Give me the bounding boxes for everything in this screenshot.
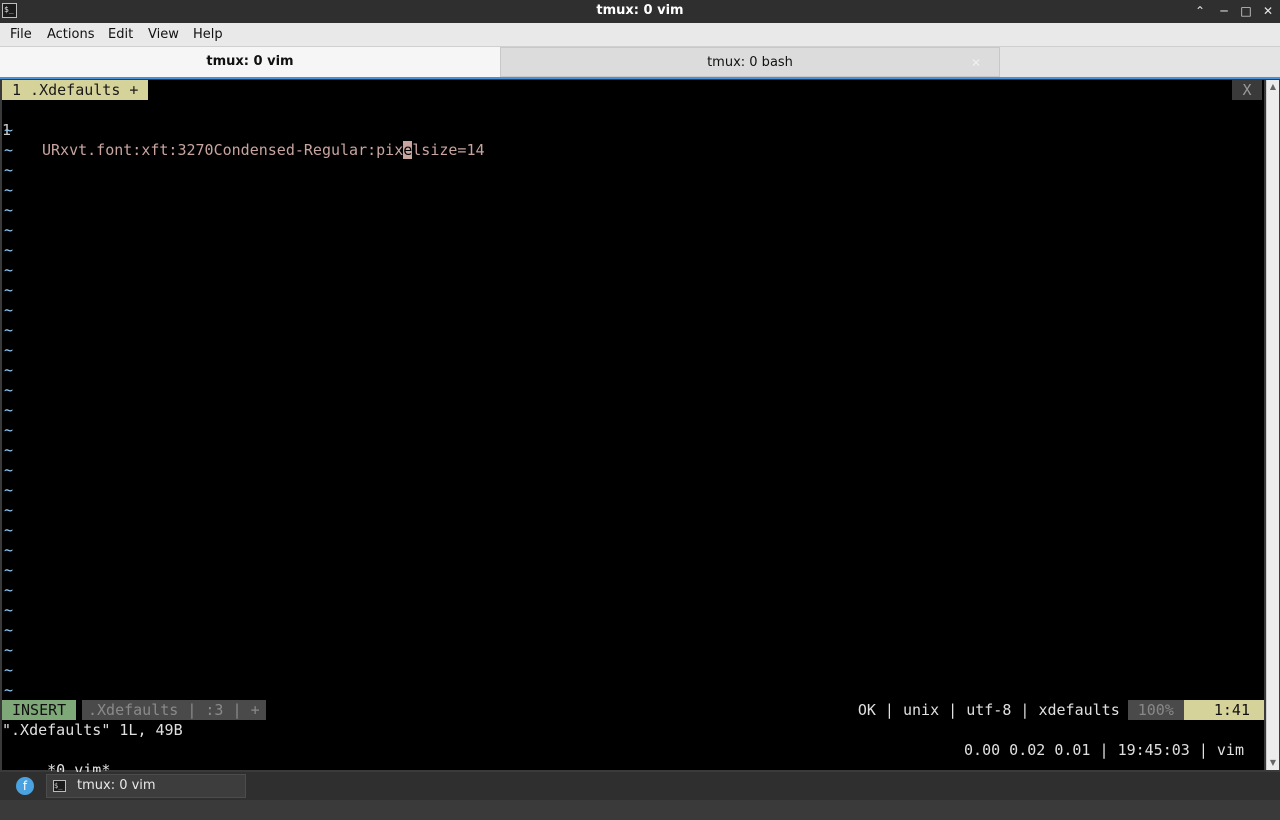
status-position: 1:41 [1183, 700, 1264, 720]
text-cursor: e [403, 141, 413, 159]
status-column: :3 [205, 701, 224, 719]
status-filename: .Xdefaults [88, 701, 179, 719]
tab-label: tmux: 0 bash [707, 55, 793, 70]
menu-bar: File Actions Edit View Help [0, 23, 1280, 47]
tab-bar: tmux: 0 vim tmux: 0 bash ✕ [0, 47, 1280, 79]
terminal-area[interactable]: 1 .Xdefaults + X 1 URxvt.font:xft:3270Co… [2, 80, 1264, 779]
tmux-status-right: 0.00 0.02 0.01 | 19:45:03 | vim [964, 741, 1244, 759]
scroll-up-icon[interactable]: ▲ [1268, 82, 1278, 92]
fedora-logo-icon[interactable]: f [16, 777, 34, 795]
status-modified: + [250, 701, 260, 719]
tmux-status-bar: *0 vim* 0.00 0.02 0.01 | 19:45:03 | vim [2, 740, 1264, 779]
close-icon[interactable]: ✕ [971, 48, 981, 78]
close-icon[interactable]: ✕ [1260, 3, 1276, 19]
vim-buffer-tab[interactable]: 1 .Xdefaults + [2, 80, 149, 100]
vim-message-line: ".Xdefaults" 1L, 49B [2, 721, 183, 739]
window-titlebar: $_ tmux: 0 vim ⌃ ─ □ ✕ [0, 0, 1280, 23]
tmux-load: 0.00 0.02 0.01 [964, 741, 1091, 759]
code-line[interactable]: 1 URxvt.font:xft:3270Condensed-Regular:p… [2, 100, 1264, 159]
menu-file[interactable]: File [10, 27, 32, 42]
active-tab-indicator [0, 77, 1280, 79]
tab-bash[interactable]: tmux: 0 bash ✕ [500, 47, 1000, 77]
status-encoding: utf-8 [966, 701, 1012, 719]
tmux-time: 19:45:03 [1117, 741, 1190, 759]
tab-label: tmux: 0 vim [206, 54, 294, 69]
maximize-icon[interactable]: □ [1238, 3, 1254, 19]
scroll-down-icon[interactable]: ▼ [1268, 758, 1278, 768]
terminal-icon: $_ [53, 780, 66, 792]
taskbar-window-label: tmux: 0 vim [77, 778, 156, 793]
text-before-cursor: URxvt.font:xft:3270Condensed-Regular:pix [42, 141, 404, 159]
line-text: URxvt.font:xft:3270Condensed-Regular:pix… [42, 140, 485, 160]
terminal-scrollbar[interactable]: ▲ ▼ [1266, 80, 1279, 770]
vim-buffer-line: 1 .Xdefaults + X [2, 80, 1264, 100]
vim-status-right: OK | unix | utf-8 | xdefaults 100% 1:41 [858, 700, 1264, 720]
text-after-cursor: lsize=14 [412, 141, 485, 159]
menu-view[interactable]: View [148, 27, 179, 42]
tmux-session: vim [1216, 741, 1244, 759]
minimize-icon[interactable]: ─ [1216, 3, 1232, 19]
menu-help[interactable]: Help [193, 27, 223, 42]
chevron-up-icon[interactable]: ⌃ [1192, 3, 1208, 19]
taskbar-window-button[interactable]: $_ tmux: 0 vim [46, 774, 246, 798]
vim-mode: INSERT [2, 700, 77, 720]
vim-status-line: INSERT .Xdefaults | :3 | + OK | unix | u… [2, 700, 1264, 720]
vim-buffer-close[interactable]: X [1232, 80, 1262, 100]
window-title: tmux: 0 vim [596, 3, 684, 18]
menu-actions[interactable]: Actions [47, 27, 95, 42]
status-percent: 100% [1127, 700, 1184, 720]
tab-vim[interactable]: tmux: 0 vim [0, 47, 500, 77]
vim-file-info: .Xdefaults | :3 | + [82, 700, 266, 720]
menu-edit[interactable]: Edit [108, 27, 133, 42]
status-check: OK [857, 701, 876, 719]
taskbar: f $_ tmux: 0 vim [0, 772, 1280, 800]
status-filetype: xdefaults [1038, 701, 1120, 719]
status-fileformat: unix [903, 701, 940, 719]
